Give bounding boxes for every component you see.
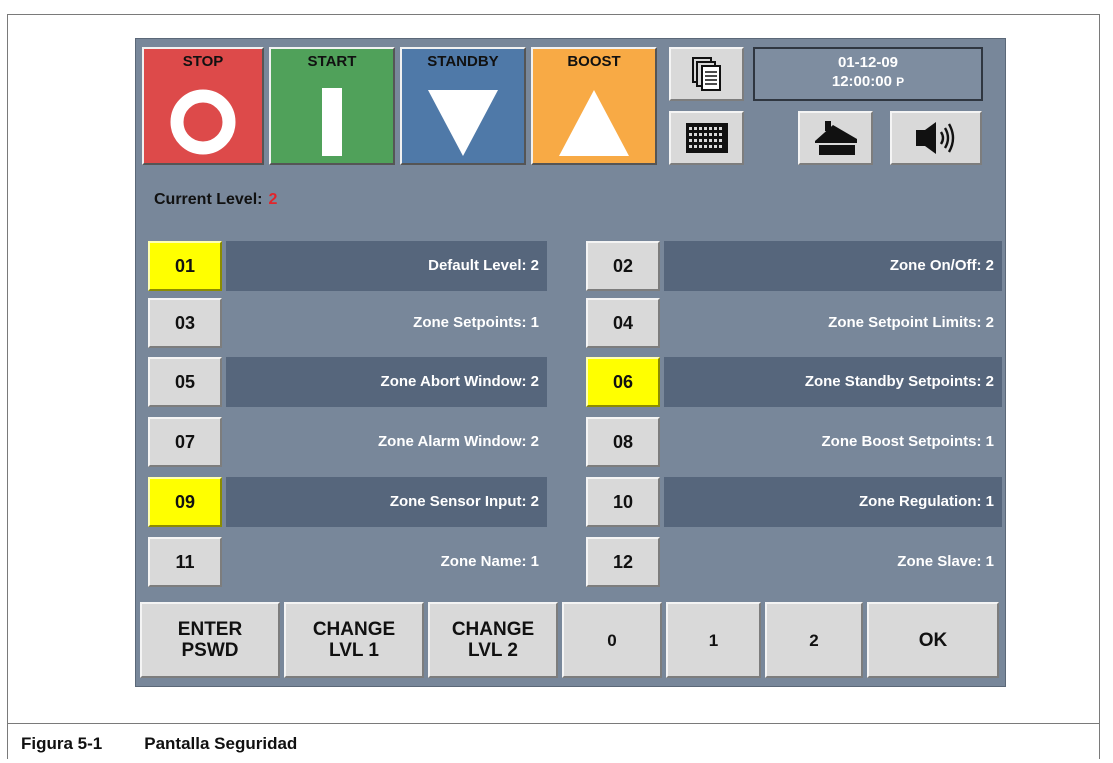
standby-button[interactable]: STANDBY <box>400 47 526 165</box>
copy-screens-button[interactable] <box>669 47 744 101</box>
level-item-03-label: Zone Setpoints: 1 <box>413 314 539 331</box>
speaker-icon <box>916 122 955 154</box>
keypad-icon <box>685 123 728 153</box>
level-item-09-button[interactable]: 09 <box>148 477 222 527</box>
digit-1-button[interactable]: 1 <box>666 602 761 678</box>
level-item-04-button[interactable]: 04 <box>586 298 660 348</box>
figure-title: Pantalla Seguridad <box>144 734 298 753</box>
start-bar-icon <box>271 87 393 157</box>
level-item-12-label: Zone Slave: 1 <box>897 553 994 570</box>
level-item-02-label: Zone On/Off: 2 <box>664 241 1002 291</box>
level-item-05-button[interactable]: 05 <box>148 357 222 407</box>
figure-caption: Figura 5-1 Pantalla Seguridad <box>21 734 297 754</box>
home-button[interactable] <box>798 111 873 165</box>
level-item-09-label: Zone Sensor Input: 2 <box>226 477 547 527</box>
enter-password-button[interactable]: ENTER PSWD <box>140 602 280 678</box>
change-level-2-button[interactable]: CHANGE LVL 2 <box>428 602 558 678</box>
current-level-value: 2 <box>268 191 278 208</box>
level-item-04-label: Zone Setpoint Limits: 2 <box>828 314 994 331</box>
speaker-button[interactable] <box>890 111 982 165</box>
level-item-10-label: Zone Regulation: 1 <box>664 477 1002 527</box>
level-item-07-label: Zone Alarm Window: 2 <box>378 433 539 450</box>
level-item-01-button[interactable]: 01 <box>148 241 222 291</box>
start-label: START <box>307 53 357 70</box>
standby-label: STANDBY <box>427 53 499 70</box>
stop-label: STOP <box>182 53 224 70</box>
level-item-05-label: Zone Abort Window: 2 <box>226 357 547 407</box>
stop-button[interactable]: STOP <box>142 47 264 165</box>
time-text: 12:00:00 P <box>831 73 905 90</box>
change-level-1-button[interactable]: CHANGE LVL 1 <box>284 602 424 678</box>
level-item-03-button[interactable]: 03 <box>148 298 222 348</box>
start-button[interactable]: START <box>269 47 395 165</box>
level-item-02-button[interactable]: 02 <box>586 241 660 291</box>
digit-2-button[interactable]: 2 <box>765 602 863 678</box>
triangle-down-icon <box>402 87 524 157</box>
boost-label: BOOST <box>567 53 621 70</box>
figure-number: Figura 5-1 <box>21 734 103 753</box>
current-level: Current Level: 2 <box>154 191 277 209</box>
level-item-01-label: Default Level: 2 <box>226 241 547 291</box>
security-screen: STOP START STANDBY BOOST 01-12-09 12:00:… <box>135 38 1006 687</box>
digit-0-button[interactable]: 0 <box>562 602 662 678</box>
home-icon <box>814 121 857 155</box>
date-text: 01-12-09 <box>837 54 899 71</box>
copy-screens-icon <box>691 57 721 91</box>
stop-circle-icon <box>144 87 262 157</box>
caption-divider <box>7 723 1100 724</box>
level-item-12-button[interactable]: 12 <box>586 537 660 587</box>
level-item-06-label: Zone Standby Setpoints: 2 <box>664 357 1002 407</box>
triangle-up-icon <box>533 87 655 157</box>
datetime-display: 01-12-09 12:00:00 P <box>753 47 983 101</box>
level-item-11-button[interactable]: 11 <box>148 537 222 587</box>
current-level-label: Current Level: <box>154 191 263 208</box>
level-item-08-label: Zone Boost Setpoints: 1 <box>821 433 995 450</box>
level-item-10-button[interactable]: 10 <box>586 477 660 527</box>
level-item-07-button[interactable]: 07 <box>148 417 222 467</box>
level-item-06-button[interactable]: 06 <box>586 357 660 407</box>
level-item-11-label: Zone Name: 1 <box>440 553 539 570</box>
level-item-08-button[interactable]: 08 <box>586 417 660 467</box>
ok-button[interactable]: OK <box>867 602 999 678</box>
boost-button[interactable]: BOOST <box>531 47 657 165</box>
keypad-button[interactable] <box>669 111 744 165</box>
